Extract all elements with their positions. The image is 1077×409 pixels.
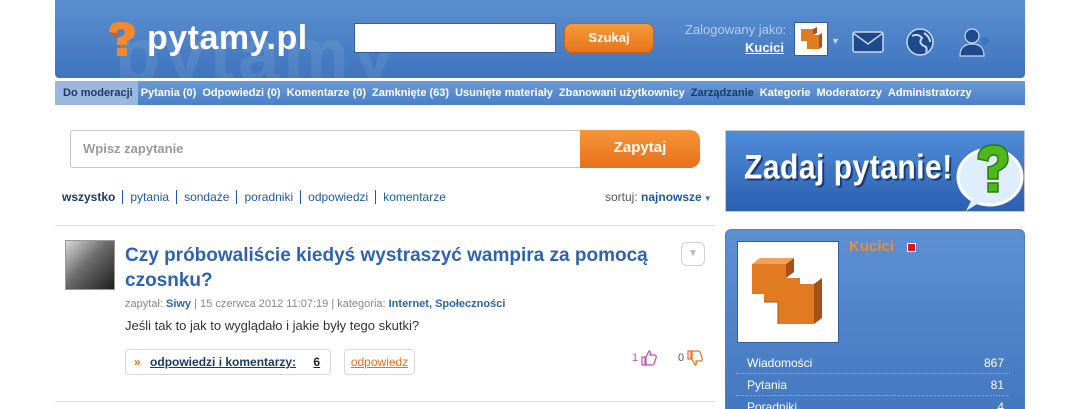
speech-bubble-question-icon (956, 144, 1024, 211)
content-filters: wszystko pytania sondaże poradniki odpow… (62, 190, 453, 204)
question-author-avatar[interactable] (65, 240, 115, 290)
admin-nav-deleted[interactable]: Usunięte materiały (452, 87, 556, 99)
stat-label: Pytania (747, 378, 788, 392)
banner-text: Zadaj pytanie! (744, 148, 953, 187)
category-link-communities[interactable]: Społeczności (435, 298, 505, 310)
stat-value: 4 (997, 400, 1004, 409)
thumbs-down-icon[interactable] (686, 349, 704, 367)
header-avatar[interactable] (794, 22, 828, 56)
logo-question-icon (109, 22, 135, 56)
meta-separator: | (194, 298, 197, 310)
thumbs-up-icon[interactable] (640, 349, 658, 367)
filter-polls[interactable]: sondaże (176, 190, 236, 204)
answers-toggle-button[interactable]: » odpowiedzi i komentarzy: 6 (125, 349, 331, 375)
profile-stat-messages[interactable]: Wiadomości 867 (736, 352, 1010, 374)
profile-avatar[interactable] (737, 241, 839, 343)
globe-icon[interactable] (904, 27, 936, 57)
answers-label[interactable]: odpowiedzi i komentarzy: (150, 355, 296, 369)
divider (55, 401, 715, 402)
profile-stat-questions[interactable]: Pytania 81 (736, 374, 1010, 396)
stat-value: 867 (983, 356, 1004, 370)
divider (55, 225, 715, 226)
avatar-dropdown-icon[interactable]: ▼ (831, 36, 840, 46)
sort-label: sortuj: (605, 190, 638, 204)
dislikes-count: 0 (678, 352, 685, 364)
admin-nav-questions[interactable]: Pytania (0) (138, 87, 200, 99)
answers-count[interactable]: 6 (313, 355, 320, 369)
messages-envelope-icon[interactable] (851, 29, 885, 55)
stat-label: Poradniki (747, 400, 798, 409)
asked-label: zapytał: (125, 298, 163, 310)
admin-nav-comments[interactable]: Komentarze (0) (284, 87, 369, 99)
admin-nav-answers[interactable]: Odpowiedzi (0) (199, 87, 283, 99)
sort-value[interactable]: najnowsze (641, 190, 702, 204)
question-menu-button[interactable]: ▼ (681, 242, 705, 266)
puzzle-avatar-icon (752, 258, 822, 324)
profile-stat-guides[interactable]: Poradniki 4 (736, 396, 1010, 409)
filter-comments[interactable]: komentarze (375, 190, 453, 204)
user-profile-panel: Kucici Wiadomości 867 Pytania 81 Poradni… (725, 229, 1025, 409)
filter-all[interactable]: wszystko (62, 190, 122, 204)
meta-separator: | (331, 298, 335, 310)
likes-count: 1 (632, 352, 639, 364)
dislike-control[interactable]: 0 (678, 349, 704, 367)
category-label: kategoria: (337, 298, 386, 310)
header-search-button[interactable]: Szukaj (564, 23, 654, 53)
sort-caret-icon[interactable]: ▼ (704, 194, 712, 203)
profile-username[interactable]: Kucici (849, 238, 894, 255)
ask-question-banner[interactable]: Zadaj pytanie! (725, 130, 1025, 212)
users-icon[interactable] (958, 27, 994, 57)
like-control[interactable]: 1 (632, 349, 658, 367)
ask-question-input[interactable]: Wpisz zapytanie (70, 130, 582, 168)
filter-questions[interactable]: pytania (122, 190, 176, 204)
admin-nav-administrators[interactable]: Administratorzy (885, 87, 975, 99)
filter-guides[interactable]: poradniki (236, 190, 300, 204)
question-meta: zapytał: Siwy | 15 czerwca 2012 11:07:19… (125, 298, 505, 310)
logged-in-label: Zalogowany jako: (685, 22, 787, 37)
admin-nav-closed[interactable]: Zamknięte (63) (369, 87, 452, 99)
category-link-internet[interactable]: Internet (389, 298, 429, 310)
admin-nav-moderation[interactable]: Do moderacji (55, 81, 138, 105)
admin-nav-categories[interactable]: Kategorie (757, 87, 814, 99)
reply-button[interactable]: odpowiedz (344, 349, 415, 375)
admin-nav-moderators[interactable]: Moderatorzy (814, 87, 885, 99)
admin-nav-management[interactable]: Zarządzanie (688, 87, 757, 99)
page: pytamy pytamy.pl Szukaj Zalogowany jako:… (0, 0, 1077, 409)
question-date: 15 czerwca 2012 11:07:19 (200, 298, 329, 310)
filter-answers[interactable]: odpowiedzi (300, 190, 375, 204)
admin-navigation: Do moderacji Pytania (0) Odpowiedzi (0) … (55, 81, 1025, 105)
category-comma: , (428, 298, 433, 310)
site-header: pytamy pytamy.pl Szukaj Zalogowany jako:… (55, 0, 1025, 78)
question-body: Jeśli tak to jak to wyglądało i jakie by… (125, 318, 420, 333)
header-search-input[interactable] (354, 23, 556, 53)
stat-label: Wiadomości (747, 356, 813, 370)
site-logo[interactable]: pytamy.pl (103, 18, 308, 58)
question-title[interactable]: Czy próbowaliście kiedyś wystraszyć wamp… (125, 243, 665, 293)
question-author-link[interactable]: Siwy (166, 298, 191, 310)
admin-nav-banned[interactable]: Zbanowani użytkownicy (556, 87, 688, 99)
avatar-puzzle-icon (801, 27, 822, 49)
sort-selector[interactable]: sortuj: najnowsze ▼ (605, 190, 712, 204)
logged-in-username[interactable]: Kucici (745, 40, 784, 55)
stat-value: 81 (990, 378, 1004, 392)
ask-button[interactable]: Zapytaj (580, 130, 700, 168)
logo-text: pytamy.pl (147, 18, 308, 57)
status-flag-icon (907, 243, 916, 252)
double-chevron-down-icon: » (134, 355, 141, 369)
